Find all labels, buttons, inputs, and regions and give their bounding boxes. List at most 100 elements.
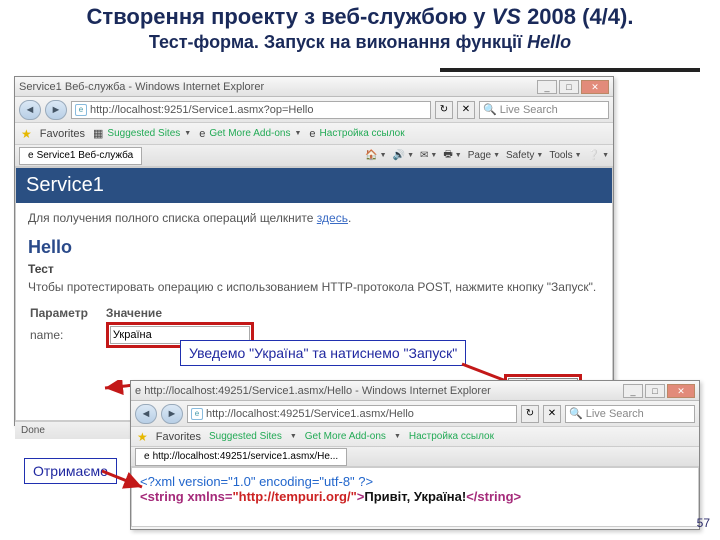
suggested-sites-link-2[interactable]: Suggested Sites	[209, 431, 282, 442]
heading-rule	[440, 68, 700, 72]
nav-row: ◄ ► e http://localhost:9251/Service1.asm…	[15, 97, 613, 123]
search-icon: 🔍	[483, 103, 497, 116]
window2-title: http://localhost:49251/Service1.asmx/Hel…	[144, 385, 491, 397]
browser-window-2: e http://localhost:49251/Service1.asmx/H…	[130, 380, 700, 530]
address-bar[interactable]: e http://localhost:9251/Service1.asmx?op…	[71, 101, 431, 119]
favorites-row-2: ★ Favorites Suggested Sites▼ Get More Ad…	[131, 427, 699, 447]
maximize-button-2[interactable]: □	[645, 384, 665, 398]
page-icon: e	[75, 104, 87, 116]
window1-titlebar: Service1 Веб-служба - Windows Internet E…	[15, 77, 613, 97]
annotation-input-run: Уведемо "Україна" та натиснемо "Запуск"	[180, 340, 466, 366]
maximize-button[interactable]: □	[559, 80, 579, 94]
safety-menu[interactable]: Safety ▼	[506, 147, 543, 164]
tab-service1[interactable]: e Service1 Веб-служба	[19, 147, 142, 165]
slide-subtitle: Тест-форма. Запуск на виконання функції …	[20, 32, 700, 53]
window2-icon: e	[135, 385, 141, 397]
page-number: 57	[697, 516, 710, 530]
title-pre: Створення проекту з веб-службою у	[87, 4, 492, 29]
annot1-q2: "Запуск"	[404, 345, 458, 361]
search-icon-2: 🔍	[569, 407, 583, 420]
tab-label-2: http://localhost:49251/service1.asmx/He.…	[153, 451, 339, 462]
xml-close: </string>	[466, 489, 521, 504]
status-text: Done	[21, 425, 45, 436]
favorites-label: Favorites	[40, 128, 85, 140]
nav-row-2: ◄ ► e http://localhost:49251/Service1.as…	[131, 401, 699, 427]
param-header: Параметр	[30, 306, 104, 320]
subtitle-func: Hello	[527, 32, 571, 52]
test-description: Чтобы протестировать операцию с использо…	[28, 280, 600, 296]
service-heading: Service1	[16, 168, 612, 203]
home-button[interactable]: 🏠▼	[365, 147, 386, 164]
search-box-2[interactable]: 🔍 Live Search	[565, 405, 695, 423]
search-placeholder: Live Search	[500, 104, 558, 116]
window2-content: <?xml version="1.0" encoding="utf-8" ?> …	[131, 467, 699, 527]
stop-button-2[interactable]: ✕	[543, 405, 561, 423]
value-header: Значение	[106, 306, 254, 320]
list-intro-text: Для получения полного списка операций ще…	[28, 211, 317, 225]
minimize-button-2[interactable]: _	[623, 384, 643, 398]
links-icon: e	[309, 128, 315, 140]
more-addons-link[interactable]: Get More Add-ons	[209, 128, 290, 139]
mail-button[interactable]: ✉▼	[420, 147, 437, 164]
feeds-button[interactable]: 🔊▼	[393, 147, 414, 164]
tab-icon-2: e	[144, 451, 150, 462]
window2-titlebar: e http://localhost:49251/Service1.asmx/H…	[131, 381, 699, 401]
addons-icon: e	[199, 128, 205, 140]
tab-icon: e	[28, 150, 34, 161]
tab-row: e Service1 Веб-служба 🏠▼ 🔊▼ ✉▼ 🖶▼ Page ▼…	[15, 145, 613, 167]
help-button[interactable]: ❔▼	[588, 147, 609, 164]
tab-result[interactable]: e http://localhost:49251/service1.asmx/H…	[135, 448, 347, 466]
annotation-result: Отримаємо	[24, 458, 117, 484]
test-caption: Тест	[28, 262, 600, 276]
url-text: http://localhost:9251/Service1.asmx?op=H…	[90, 104, 314, 116]
favorites-row: ★ Favorites ▦ Suggested Sites ▼ e Get Mo…	[15, 123, 613, 145]
here-link[interactable]: здесь	[317, 211, 348, 225]
links-conf-link-2[interactable]: Настройка ссылок	[409, 431, 494, 442]
annot1-mid: та натиснемо	[308, 345, 403, 361]
print-button[interactable]: 🖶▼	[443, 147, 461, 164]
page-menu[interactable]: Page ▼	[468, 147, 500, 164]
xml-open: <string	[140, 489, 184, 504]
refresh-button[interactable]: ↻	[435, 101, 453, 119]
title-post: 2008 (4/4).	[521, 4, 634, 29]
toolbar-icons: 🏠▼ 🔊▼ ✉▼ 🖶▼ Page ▼ Safety ▼ Tools ▼ ❔▼	[365, 147, 609, 164]
close-button-2[interactable]: ✕	[667, 384, 695, 398]
annot2-text: Отримаємо	[33, 463, 108, 479]
minimize-button[interactable]: _	[537, 80, 557, 94]
forward-button-2[interactable]: ►	[161, 404, 183, 424]
annot1-pre: Уведемо	[189, 345, 249, 361]
list-intro: Для получения полного списка операций ще…	[16, 203, 612, 233]
favorites-label-2: Favorites	[156, 431, 201, 443]
annot1-q1: "Україна"	[249, 345, 308, 361]
address-bar-2[interactable]: e http://localhost:49251/Service1.asmx/H…	[187, 405, 517, 423]
xml-attr-name: xmlns=	[184, 489, 233, 504]
search-box[interactable]: 🔍 Live Search	[479, 101, 609, 119]
more-addons-link-2[interactable]: Get More Add-ons	[305, 431, 386, 442]
stop-button[interactable]: ✕	[457, 101, 475, 119]
close-button[interactable]: ✕	[581, 80, 609, 94]
tab-row-2: e http://localhost:49251/service1.asmx/H…	[131, 447, 699, 467]
suggested-sites-link[interactable]: Suggested Sites	[107, 128, 180, 139]
favorites-star-icon[interactable]: ★	[21, 127, 32, 141]
operation-name: Hello	[28, 237, 600, 258]
search-placeholder-2: Live Search	[586, 408, 644, 420]
page-icon-2: e	[191, 408, 203, 420]
xml-text: Привіт, Україна!	[364, 489, 466, 504]
xml-body: <string xmlns="http://tempuri.org/">Прив…	[140, 489, 690, 504]
suggested-icon: ▦	[93, 127, 103, 140]
xml-attr-val: "http://tempuri.org/"	[233, 489, 357, 504]
refresh-button-2[interactable]: ↻	[521, 405, 539, 423]
back-button[interactable]: ◄	[19, 100, 41, 120]
window1-title: Service1 Веб-служба - Windows Internet E…	[19, 81, 264, 93]
xml-declaration: <?xml version="1.0" encoding="utf-8" ?>	[140, 474, 690, 489]
back-button-2[interactable]: ◄	[135, 404, 157, 424]
browser-window-1: Service1 Веб-служба - Windows Internet E…	[14, 76, 614, 426]
favorites-star-icon-2[interactable]: ★	[137, 430, 148, 444]
forward-button[interactable]: ►	[45, 100, 67, 120]
tools-menu[interactable]: Tools ▼	[549, 147, 581, 164]
subtitle-pre: Тест-форма. Запуск на виконання функції	[149, 32, 527, 52]
param-name: name:	[30, 322, 104, 348]
url-text-2: http://localhost:49251/Service1.asmx/Hel…	[206, 408, 414, 420]
links-conf-link[interactable]: Настройка ссылок	[320, 128, 405, 139]
title-vs: VS	[492, 4, 521, 29]
